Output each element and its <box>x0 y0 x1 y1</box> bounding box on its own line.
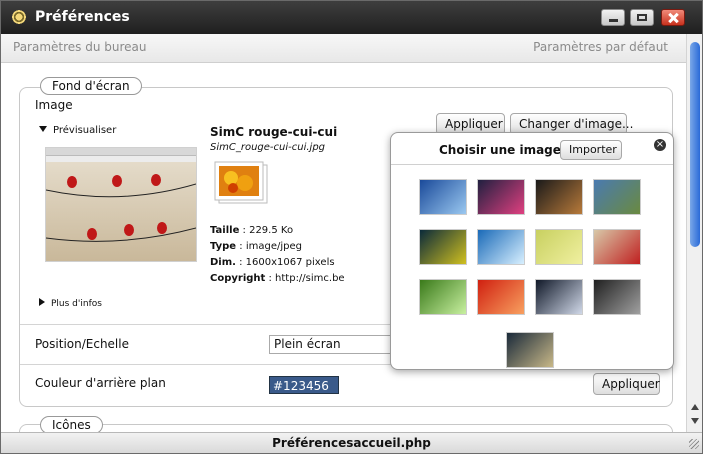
apply-color-button[interactable]: Appliquer <box>593 373 660 395</box>
size-value: : 229.5 Ko <box>239 225 294 236</box>
position-scale-select[interactable]: Plein écran <box>269 335 399 354</box>
type-value: : image/jpeg <box>236 241 302 252</box>
size-label: Taille <box>210 225 240 236</box>
wallpaper-thumbnail-colorful-lines[interactable] <box>477 179 525 215</box>
app-icon <box>11 9 27 25</box>
vertical-scrollbar[interactable] <box>686 34 702 432</box>
more-info-label: Plus d'infos <box>51 299 102 309</box>
wallpaper-thumbnail-silver-ring[interactable] <box>535 279 583 315</box>
wallpaper-thumbnail-water-splash[interactable] <box>477 229 525 265</box>
minimize-button[interactable] <box>601 9 625 26</box>
more-info-toggle[interactable]: Plus d'infos <box>39 298 102 309</box>
wallpaper-thumbnail-red-orange[interactable] <box>477 279 525 315</box>
resize-grip-icon[interactable] <box>689 439 699 449</box>
wallpaper-thumbnail-blue-sphere[interactable] <box>419 179 467 215</box>
status-bar: Préférencesaccueil.php <box>1 432 702 453</box>
status-text: Préférencesaccueil.php <box>272 436 431 450</box>
type-label: Type <box>210 241 237 252</box>
popup-divider <box>391 164 673 165</box>
close-window-button[interactable] <box>661 9 685 26</box>
wallpaper-thumbnail-dark-lines[interactable] <box>506 332 554 368</box>
wallpaper-legend[interactable]: Fond d'écran <box>40 77 142 95</box>
title-bar[interactable]: Préférences <box>1 1 702 34</box>
position-scale-label: Position/Echelle <box>35 337 129 351</box>
tab-desktop-settings[interactable]: Paramètres du bureau <box>13 40 147 54</box>
maximize-button[interactable] <box>630 9 654 26</box>
wallpaper-thumbnail-green-bubbles[interactable] <box>419 229 467 265</box>
scrollbar-thumb[interactable] <box>690 42 700 247</box>
close-popup-icon[interactable]: × <box>654 139 666 151</box>
birds-on-wire-image <box>46 174 196 242</box>
wallpaper-thumbnail-dark-figure[interactable] <box>535 179 583 215</box>
tab-default-settings[interactable]: Paramètres par défaut <box>533 40 668 54</box>
wallpaper-thumbnail-yellow-green[interactable] <box>535 229 583 265</box>
image-file-icon <box>214 161 268 204</box>
import-button[interactable]: Importer <box>560 140 622 160</box>
dimensions-label: Dim. <box>210 257 236 268</box>
dimensions-value: : 1600x1067 pixels <box>235 257 335 268</box>
background-color-field[interactable]: #123456 <box>269 376 339 394</box>
image-label: Image <box>35 98 73 112</box>
settings-tabs: Paramètres du bureau Paramètres par défa… <box>1 34 686 63</box>
wallpaper-thumbnail-birds-wall[interactable] <box>593 229 641 265</box>
wallpaper-thumbnail-green-swirl[interactable] <box>419 279 467 315</box>
disclosure-down-icon <box>39 126 47 132</box>
scroll-down-arrow-icon[interactable] <box>691 418 699 424</box>
image-chooser-popup: Choisir une image ou Importer × <box>390 132 674 370</box>
window-title: Préférences <box>35 9 130 25</box>
wallpaper-thumbnail-lake-landscape[interactable] <box>593 179 641 215</box>
preview-toggle-label: Prévisualiser <box>53 125 117 136</box>
file-info: Taille : 229.5 Ko Type : image/jpeg Dim.… <box>210 223 345 287</box>
copyright-label: Copyright <box>210 273 266 284</box>
file-name: SimC rouge-cui-cui <box>210 125 338 139</box>
file-filename: SimC_rouge-cui-cui.jpg <box>210 142 326 153</box>
disclosure-right-icon <box>39 298 45 306</box>
wallpaper-preview <box>45 147 197 262</box>
background-color-label: Couleur d'arrière plan <box>35 376 166 390</box>
preferences-window: Préférences Paramètres du bureau Paramèt… <box>0 0 703 454</box>
scroll-up-arrow-icon[interactable] <box>691 404 699 410</box>
copyright-value: : http://simc.be <box>265 273 345 284</box>
preview-toggle[interactable]: Prévisualiser <box>39 125 116 136</box>
wallpaper-thumbnail-grey-abstract[interactable] <box>593 279 641 315</box>
